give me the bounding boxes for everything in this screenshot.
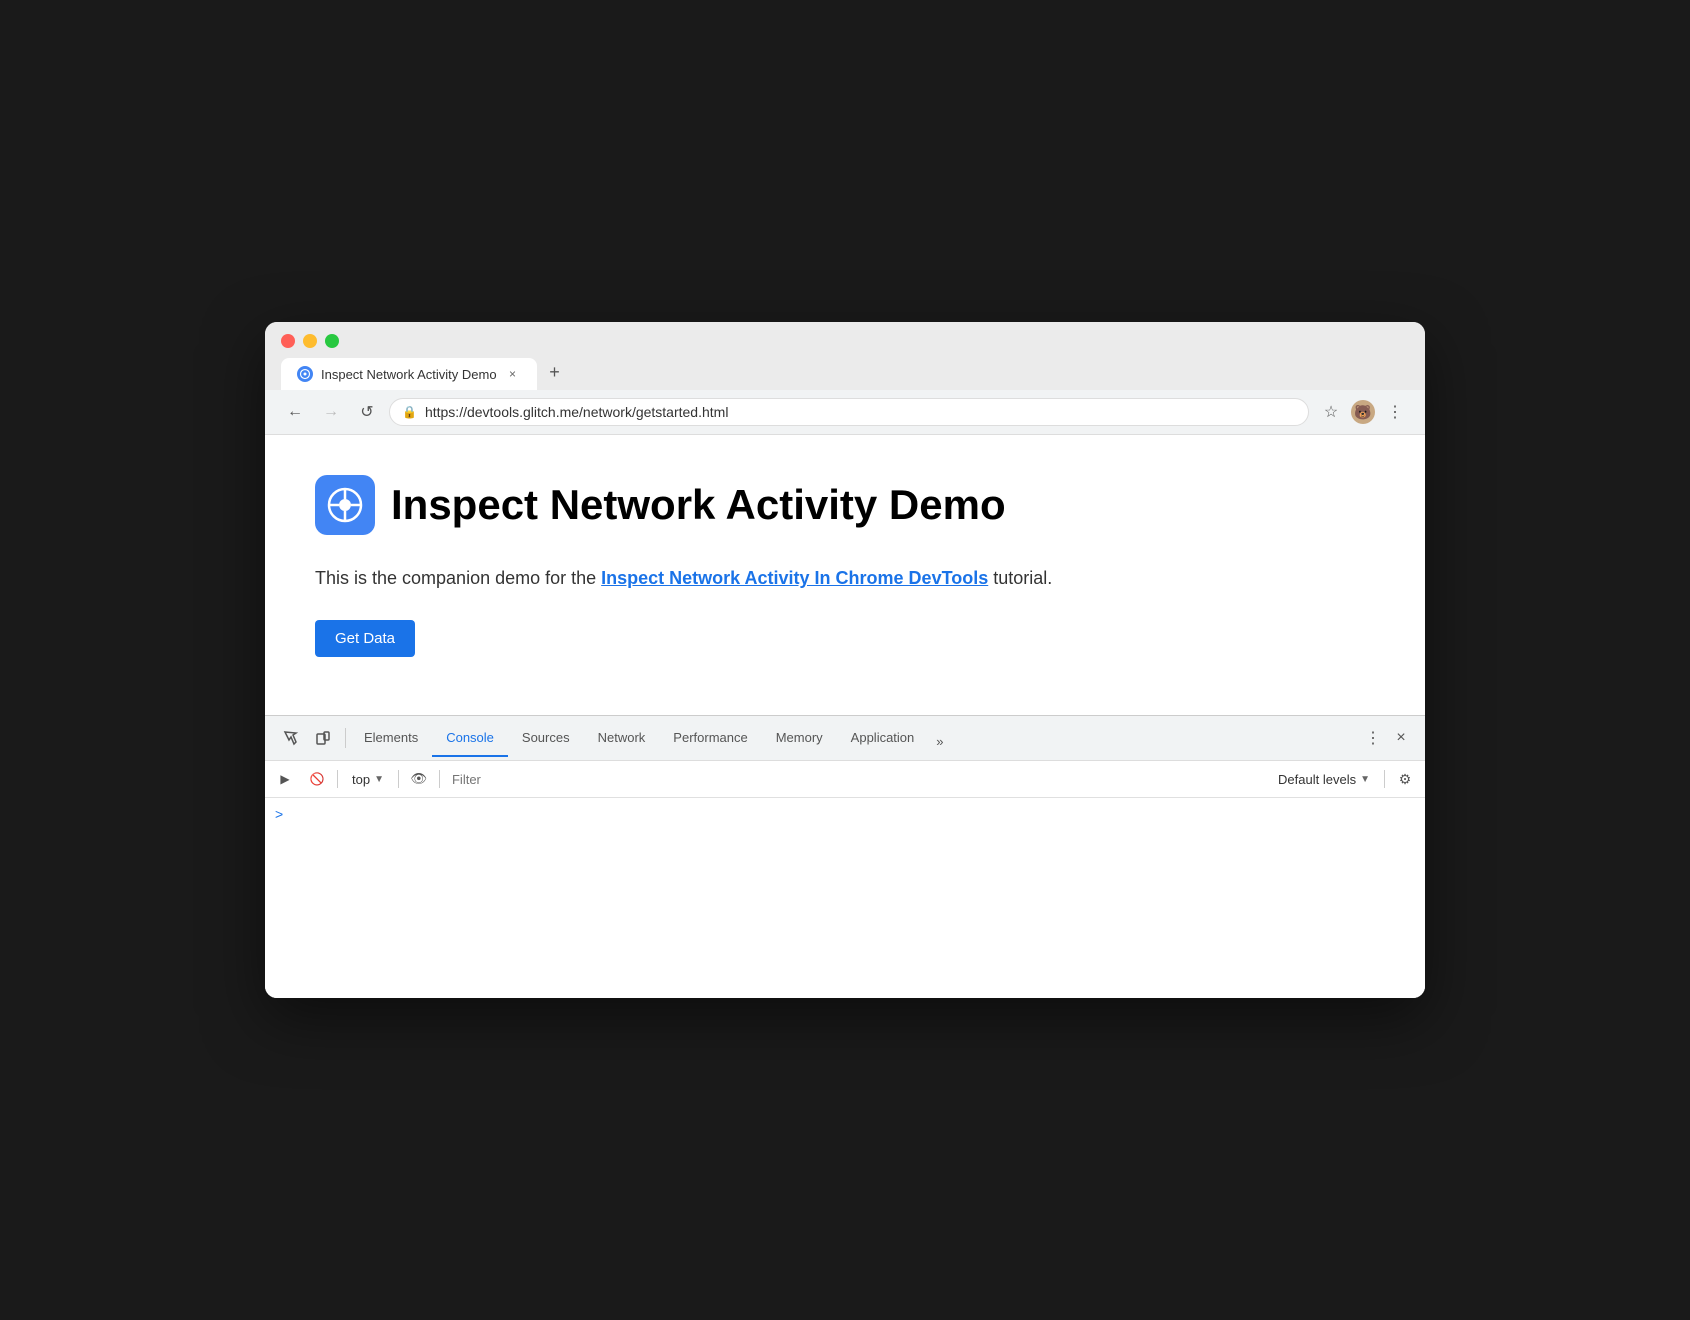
minimize-button[interactable] [303, 334, 317, 348]
tab-favicon [297, 366, 313, 382]
maximize-button[interactable] [325, 334, 339, 348]
close-button[interactable] [281, 334, 295, 348]
inspect-element-button[interactable] [277, 724, 305, 752]
console-settings-button[interactable]: ⚙ [1393, 767, 1417, 791]
devtools-tabs: Elements Console Sources Network Perform… [350, 720, 1357, 757]
levels-dropdown-icon: ▼ [1360, 774, 1370, 785]
tab-network[interactable]: Network [584, 720, 660, 757]
context-selector[interactable]: top ▼ [346, 770, 390, 789]
page-header: Inspect Network Activity Demo [315, 475, 1375, 535]
console-separator-2 [398, 770, 399, 788]
eye-icon: 👁 [411, 771, 428, 787]
page-content: Inspect Network Activity Demo This is th… [265, 435, 1425, 715]
tab-bar: Inspect Network Activity Demo × + [281, 358, 1409, 390]
console-separator-3 [439, 770, 440, 788]
browser-window: Inspect Network Activity Demo × + ← → ↺ … [265, 322, 1425, 998]
menu-dots-icon: ⋮ [1387, 402, 1403, 422]
devtools-close-button[interactable]: × [1389, 726, 1413, 750]
title-bar: Inspect Network Activity Demo × + [265, 322, 1425, 390]
bookmark-button[interactable]: ☆ [1317, 398, 1345, 426]
star-icon: ☆ [1324, 402, 1338, 422]
address-bar[interactable]: 🔒 https://devtools.glitch.me/network/get… [389, 398, 1309, 426]
devtools-toolbar: Elements Console Sources Network Perform… [265, 716, 1425, 761]
url-text: https://devtools.glitch.me/network/getst… [425, 404, 1296, 420]
devtools-icon-group [273, 716, 341, 760]
run-script-button[interactable]: ▶ [273, 767, 297, 791]
reload-button[interactable]: ↺ [353, 398, 381, 426]
context-label: top [352, 772, 370, 787]
tab-elements[interactable]: Elements [350, 720, 432, 757]
eye-filter-button[interactable]: 👁 [407, 767, 431, 791]
forward-button[interactable]: → [317, 398, 345, 426]
play-icon: ▶ [280, 772, 289, 786]
description-suffix: tutorial. [988, 568, 1052, 588]
console-bar: ▶ 🚫 top ▼ 👁 Default levels ▼ [265, 761, 1425, 798]
get-data-button[interactable]: Get Data [315, 620, 415, 657]
back-button[interactable]: ← [281, 398, 309, 426]
title-bar-top [281, 334, 1409, 348]
profile-avatar: 🐻 [1351, 400, 1375, 424]
tab-memory[interactable]: Memory [762, 720, 837, 757]
console-output: > [265, 798, 1425, 998]
chrome-menu-button[interactable]: ⋮ [1381, 398, 1409, 426]
devtools-link[interactable]: Inspect Network Activity In Chrome DevTo… [601, 568, 988, 588]
clear-console-button[interactable]: 🚫 [305, 767, 329, 791]
gear-icon: ⚙ [1399, 771, 1412, 788]
toolbar-separator [345, 728, 346, 748]
new-tab-button[interactable]: + [541, 358, 569, 386]
console-prompt[interactable]: > [273, 804, 285, 824]
profile-button[interactable]: 🐻 [1349, 398, 1377, 426]
page-title: Inspect Network Activity Demo [391, 481, 1006, 529]
context-dropdown-icon: ▼ [374, 774, 384, 785]
devtools-panel: Elements Console Sources Network Perform… [265, 715, 1425, 998]
device-toggle-button[interactable] [309, 724, 337, 752]
lock-icon: 🔒 [402, 405, 417, 419]
page-description: This is the companion demo for the Inspe… [315, 565, 1375, 592]
navigation-bar: ← → ↺ 🔒 https://devtools.glitch.me/netwo… [265, 390, 1425, 435]
devtools-menu-button[interactable]: ⋮ [1361, 726, 1385, 750]
tab-performance[interactable]: Performance [659, 720, 761, 757]
block-icon: 🚫 [310, 772, 325, 786]
more-tabs-button[interactable]: » [928, 726, 951, 757]
active-tab[interactable]: Inspect Network Activity Demo × [281, 358, 537, 390]
tab-sources[interactable]: Sources [508, 720, 584, 757]
tab-application[interactable]: Application [837, 720, 929, 757]
console-separator-4 [1384, 770, 1385, 788]
description-prefix: This is the companion demo for the [315, 568, 601, 588]
page-logo [315, 475, 375, 535]
tab-console[interactable]: Console [432, 720, 508, 757]
devtools-actions: ⋮ × [1357, 726, 1417, 750]
window-controls [281, 334, 339, 348]
nav-actions: ☆ 🐻 ⋮ [1317, 398, 1409, 426]
console-filter-input[interactable] [448, 770, 856, 789]
tab-title: Inspect Network Activity Demo [321, 367, 497, 382]
default-levels-label: Default levels [1278, 772, 1356, 787]
default-levels-selector[interactable]: Default levels ▼ [1272, 770, 1376, 789]
tab-close-button[interactable]: × [505, 366, 521, 382]
console-separator [337, 770, 338, 788]
